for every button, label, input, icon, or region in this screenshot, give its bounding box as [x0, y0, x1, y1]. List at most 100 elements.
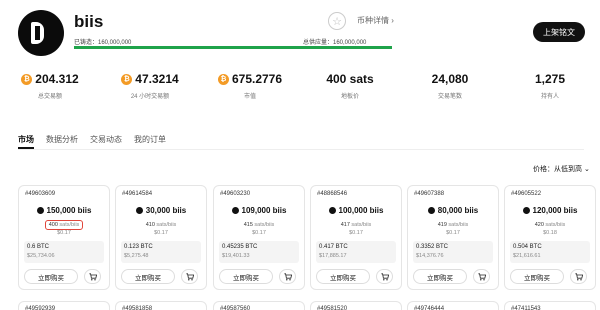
bitcoin-icon: ₿: [121, 73, 133, 85]
unit-price: 415 sats/biis: [214, 222, 304, 228]
total-supply: 总供应量：160,000,000: [303, 40, 367, 46]
listing-card[interactable]: #47411543: [504, 301, 596, 310]
listing-amount: 80,000 biis: [408, 206, 498, 215]
unit-label: sats/biis: [59, 222, 80, 228]
unit-price-value: 420: [534, 222, 544, 228]
buy-now-button[interactable]: 立即购买: [316, 269, 370, 284]
unit-label: sats/biis: [448, 222, 469, 228]
listing-id: #49614584: [122, 191, 153, 197]
amount-text: 120,000 biis: [532, 206, 578, 215]
mint-progress-bar: [74, 46, 392, 49]
add-to-cart-button[interactable]: [570, 269, 587, 284]
cart-icon: [477, 272, 486, 281]
stat-3: 400 sats 地板价: [300, 72, 400, 100]
stats-row: ₿ 204.312 总交易额 ₿ 47.3214 24 小时交易额 ₿ 675.2776 市值 4…: [0, 72, 600, 106]
stat-1: ₿ 47.3214 24 小时交易额: [100, 72, 200, 100]
stat-label: 24 小时交易额: [130, 94, 170, 100]
unit-label: sats/biis: [351, 222, 372, 228]
total-usd: $25,734.06: [27, 253, 55, 259]
listing-amount: 150,000 biis: [19, 206, 109, 215]
amount-text: 30,000 biis: [145, 206, 187, 215]
listing-card[interactable]: #49592939: [18, 301, 110, 310]
amount-text: 100,000 biis: [338, 206, 384, 215]
unit-label: sats/biis: [156, 222, 177, 228]
listing-card[interactable]: #49581858: [115, 301, 207, 310]
minted-amount: 已铸造：160,000,000: [74, 40, 132, 46]
cart-icon: [88, 272, 97, 281]
total-btc: 0.123 BTC: [124, 244, 153, 250]
listing-card[interactable]: #49614584 30,000 biis 410 sats/biis $0.17 0.…: [115, 185, 207, 290]
collection-logo: [18, 10, 64, 56]
unit-price-value: 417: [340, 222, 350, 228]
stat-value: 1,275: [500, 72, 600, 86]
tab-0[interactable]: 市场: [18, 134, 34, 154]
tab-3[interactable]: 我的订单: [134, 134, 166, 154]
listing-id: #49603609: [25, 191, 56, 197]
coin-detail-link[interactable]: 币种详情 ›: [357, 15, 394, 26]
unit-price-usd: $0.17: [349, 230, 363, 236]
stat-value-text: 204.312: [35, 72, 79, 86]
total-price-box: 0.504 BTC $21,616.61: [510, 241, 590, 263]
unit-price-box: 400 sats/biis: [44, 220, 84, 230]
listing-id: #49581858: [122, 306, 153, 310]
listing-card[interactable]: #49605522 120,000 biis 420 sats/biis $0.18 0…: [504, 185, 596, 290]
total-usd: $5,275.48: [124, 253, 149, 259]
add-to-cart-button[interactable]: [376, 269, 393, 284]
listing-id: #49746444: [414, 306, 445, 310]
buy-now-button[interactable]: 立即购买: [219, 269, 273, 284]
stat-label: 地板价: [340, 94, 359, 100]
listing-amount: 109,000 biis: [214, 206, 304, 215]
stat-value: ₿ 47.3214: [100, 72, 200, 86]
total-usd: $17,885.17: [319, 253, 347, 259]
listing-id: #49592939: [25, 306, 56, 310]
tab-2[interactable]: 交易动态: [90, 134, 122, 154]
bitcoin-icon: ₿: [21, 73, 33, 85]
add-to-cart-button[interactable]: [279, 269, 296, 284]
buy-now-button[interactable]: 立即购买: [24, 269, 78, 284]
add-to-cart-button[interactable]: [84, 269, 101, 284]
total-usd: $19,401.33: [222, 253, 250, 259]
listing-card[interactable]: #49746444: [407, 301, 499, 310]
favorite-star-icon[interactable]: ☆: [328, 12, 346, 30]
listing-id: #49607388: [414, 191, 445, 197]
unit-price: 410 sats/biis: [116, 222, 206, 228]
listing-card[interactable]: #49581520: [310, 301, 402, 310]
sort-dropdown[interactable]: 价格：从低到高 ⌄: [533, 164, 590, 174]
total-price-box: 0.6 BTC $25,734.06: [24, 241, 104, 263]
cart-icon: [380, 272, 389, 281]
listing-card[interactable]: #49603609 150,000 biis 400 sats/biis $0.17 0…: [18, 185, 110, 290]
total-btc: 0.6 BTC: [27, 244, 50, 250]
listing-amount: 100,000 biis: [311, 206, 401, 215]
buy-now-button[interactable]: 立即购买: [121, 269, 175, 284]
listing-card[interactable]: #49587560: [213, 301, 305, 310]
add-to-cart-button[interactable]: [181, 269, 198, 284]
sort-label: 价格：: [533, 166, 554, 173]
stat-value-text: 47.3214: [135, 72, 179, 86]
total-btc: 0.3352 BTC: [416, 244, 449, 250]
list-inscription-button[interactable]: 上架铭文: [533, 22, 585, 42]
bitcoin-icon: ₿: [217, 73, 229, 85]
unit-price-usd: $0.18: [543, 230, 557, 236]
tab-divider: [18, 149, 584, 150]
unit-price-box: 419 sats/biis: [438, 222, 469, 228]
listing-card[interactable]: #49603230 109,000 biis 415 sats/biis $0.17 0…: [213, 185, 305, 290]
stat-4: 24,080 交易笔数: [400, 72, 500, 100]
tab-1[interactable]: 数据分析: [46, 134, 78, 154]
token-icon: [328, 207, 336, 214]
unit-price: 419 sats/biis: [408, 222, 498, 228]
listing-card[interactable]: #49607388 80,000 biis 419 sats/biis $0.17 0.…: [407, 185, 499, 290]
buy-now-button[interactable]: 立即购买: [510, 269, 564, 284]
stat-label: 交易笔数: [437, 94, 462, 100]
add-to-cart-button[interactable]: [473, 269, 490, 284]
buy-now-button[interactable]: 立即购买: [413, 269, 467, 284]
stat-value: ₿ 675.2776: [200, 72, 300, 86]
stat-0: ₿ 204.312 总交易额: [0, 72, 100, 100]
listing-card[interactable]: #48868546 100,000 biis 417 sats/biis $0.17 0…: [310, 185, 402, 290]
coin-name: biis: [74, 12, 104, 31]
listing-amount: 120,000 biis: [505, 206, 595, 215]
listing-amount: 30,000 biis: [116, 206, 206, 215]
stat-value-text: 24,080: [431, 72, 469, 86]
unit-price-usd: $0.17: [252, 230, 266, 236]
unit-price: 417 sats/biis: [311, 222, 401, 228]
total-usd: $14,376.76: [416, 253, 444, 259]
